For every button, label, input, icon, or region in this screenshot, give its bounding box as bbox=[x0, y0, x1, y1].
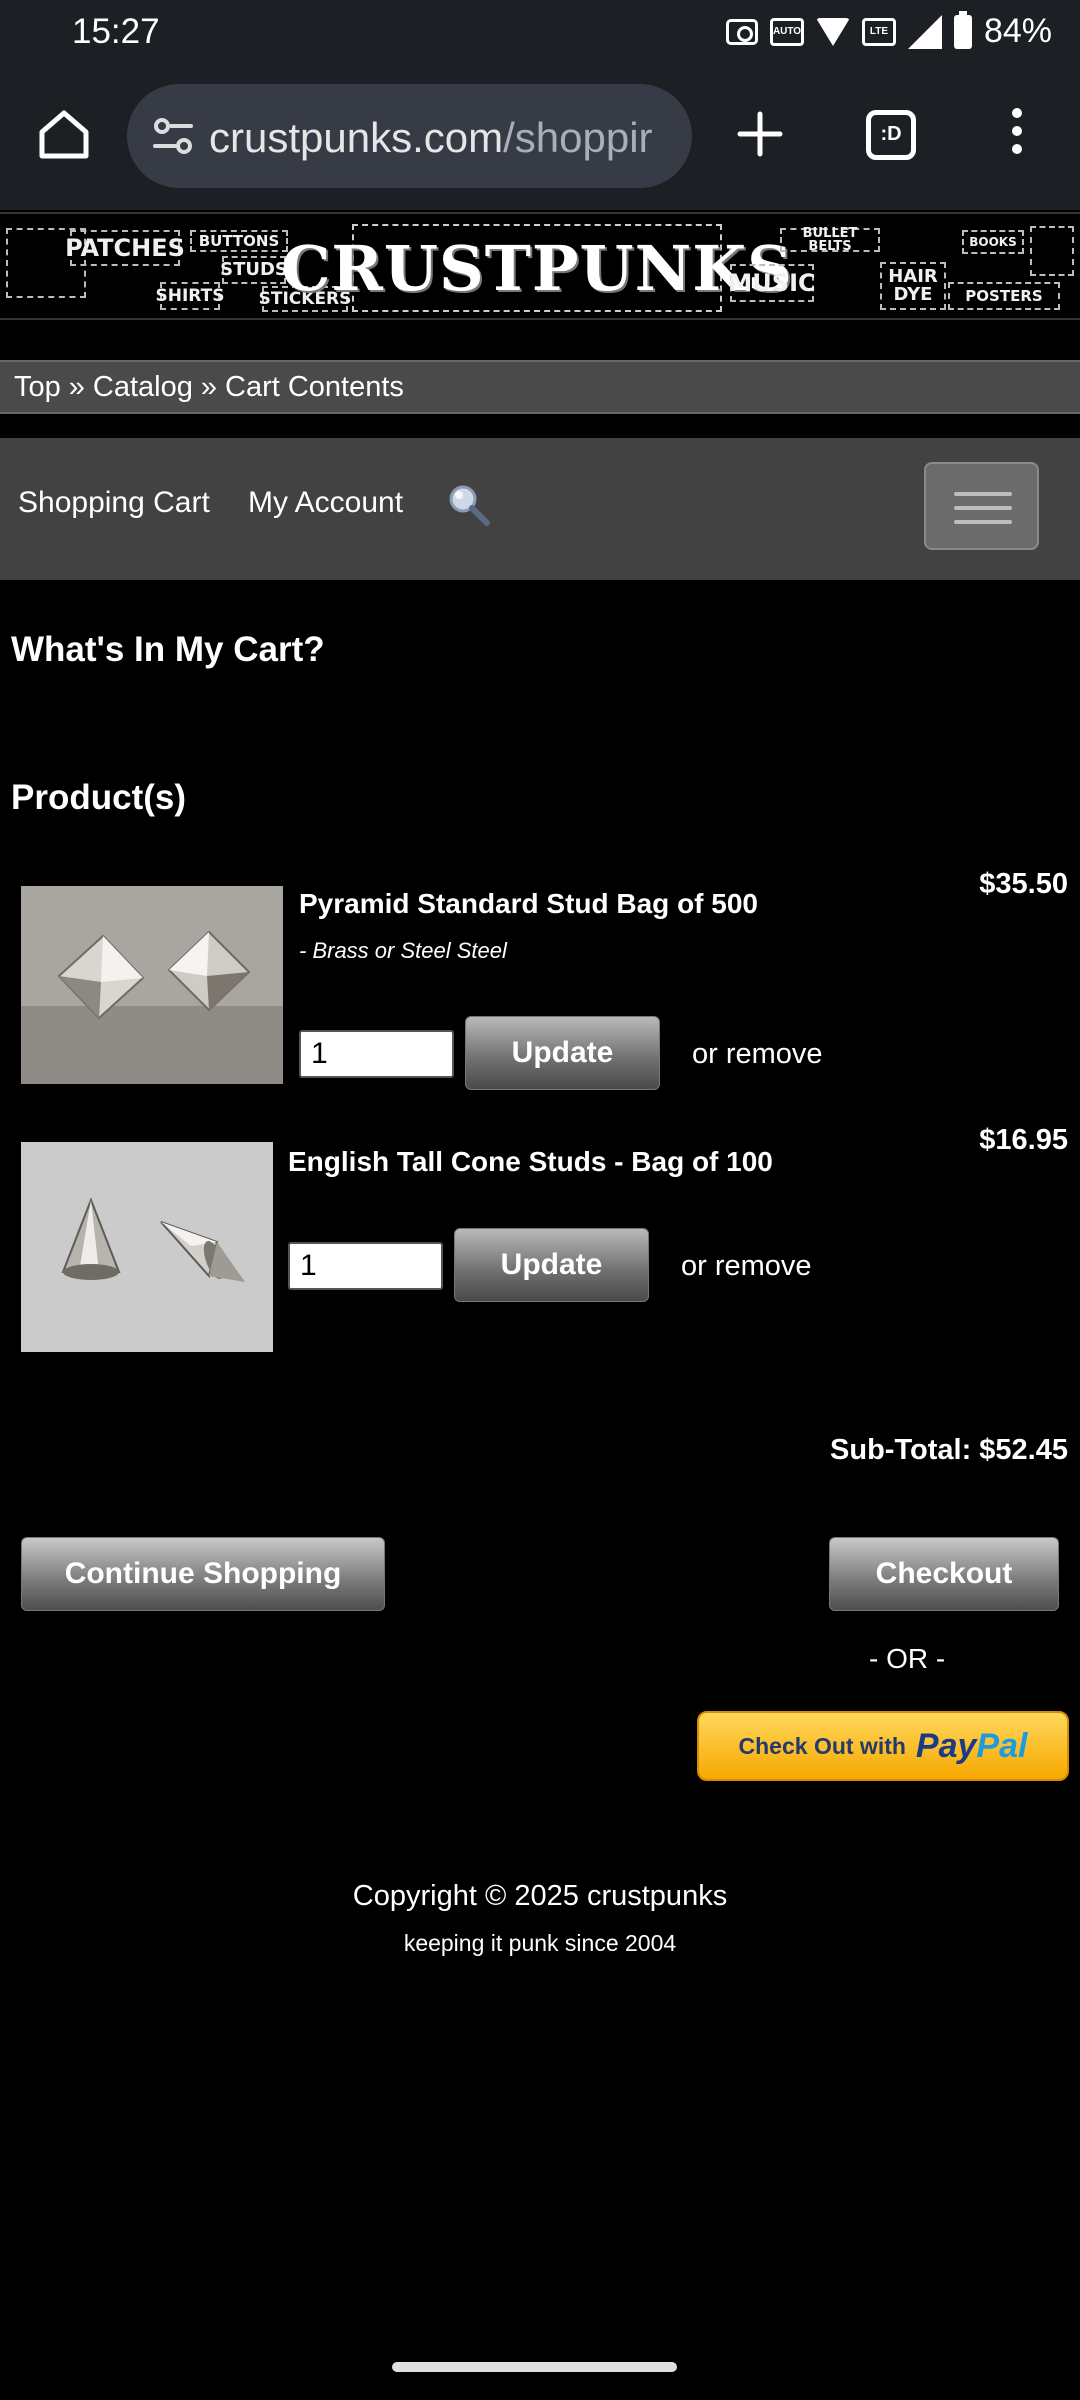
more-menu-icon[interactable] bbox=[1000, 108, 1034, 164]
banner-tile-buttons[interactable]: BUTTONS bbox=[190, 230, 288, 252]
status-time: 15:27 bbox=[72, 12, 160, 51]
breadcrumb-separator: » bbox=[200, 370, 218, 403]
banner-tile-shirts[interactable]: SHIRTS bbox=[156, 282, 224, 310]
paypal-logo-pay: Pay bbox=[915, 1726, 977, 1765]
status-bar: 15:27 AUTO LTE 84% bbox=[0, 0, 1080, 66]
page-title: What's In My Cart? bbox=[11, 630, 325, 669]
subtotal: Sub-Total: $52.45 bbox=[830, 1434, 1068, 1466]
banner-tile-patches[interactable]: PATCHES bbox=[65, 230, 185, 266]
paypal-checkout-button[interactable]: Check Out with PayPal bbox=[697, 1711, 1069, 1781]
banner-tile-studs[interactable]: STUDS bbox=[220, 256, 288, 284]
banner-tile-music[interactable]: MUSIC bbox=[728, 264, 816, 302]
remove-link[interactable]: or remove bbox=[681, 1250, 812, 1283]
wifi-icon bbox=[815, 17, 850, 46]
banner-tile-hair-dye[interactable]: HAIR DYE bbox=[880, 262, 946, 310]
url-text[interactable]: crustpunks.com/shoppir bbox=[209, 114, 653, 162]
update-button[interactable]: Update bbox=[454, 1228, 649, 1302]
site-logo[interactable]: CRUSTPUNKS bbox=[281, 224, 792, 312]
banner-decoration bbox=[1030, 226, 1074, 276]
tagline: keeping it punk since 2004 bbox=[403, 1930, 677, 1956]
search-icon[interactable] bbox=[444, 480, 492, 528]
banner-tile-bullet-belts[interactable]: BULLET BELTS bbox=[780, 227, 880, 253]
banner-tile-posters[interactable]: POSTERS bbox=[948, 282, 1060, 310]
url-domain: crustpunks.com bbox=[209, 114, 504, 161]
breadcrumb: Top » Catalog » Cart Contents bbox=[0, 360, 1080, 414]
product-attribute: - Brass or Steel Steel bbox=[299, 938, 507, 963]
quantity-input[interactable] bbox=[288, 1242, 443, 1290]
nav-my-account[interactable]: My Account bbox=[248, 486, 403, 520]
site-banner[interactable]: PATCHES BUTTONS STUDS SHIRTS STICKERS CR… bbox=[0, 212, 1080, 320]
signal-icon bbox=[907, 14, 942, 49]
breadcrumb-top[interactable]: Top bbox=[14, 371, 61, 404]
paypal-label: Check Out with bbox=[738, 1732, 906, 1759]
product-image-pyramid-studs[interactable] bbox=[21, 886, 283, 1084]
breadcrumb-cart-contents[interactable]: Cart Contents bbox=[225, 371, 404, 404]
hamburger-menu-button[interactable] bbox=[924, 462, 1039, 550]
battery-icon bbox=[953, 10, 972, 49]
product-image-cone-studs[interactable] bbox=[21, 1142, 273, 1352]
breadcrumb-separator: » bbox=[68, 370, 85, 403]
camera-icon bbox=[725, 18, 758, 45]
status-icons: AUTO LTE 84% bbox=[725, 10, 1052, 51]
auto-hz-icon: AUTO bbox=[769, 17, 804, 46]
product-name[interactable]: English Tall Cone Studs - Bag of 100 bbox=[288, 1146, 773, 1178]
home-icon[interactable] bbox=[36, 106, 92, 162]
checkout-button[interactable]: Checkout bbox=[829, 1537, 1059, 1611]
address-bar[interactable]: crustpunks.com/shoppir bbox=[127, 84, 692, 188]
battery-percent: 84% bbox=[983, 12, 1052, 50]
banner-tile-books[interactable]: BOOKS bbox=[962, 230, 1024, 254]
quantity-input[interactable] bbox=[299, 1030, 454, 1078]
tab-switcher-button[interactable]: :D bbox=[866, 110, 916, 160]
paypal-logo-pal: Pal bbox=[976, 1726, 1028, 1765]
remove-link[interactable]: or remove bbox=[692, 1038, 823, 1071]
update-button[interactable]: Update bbox=[465, 1016, 660, 1090]
continue-shopping-button[interactable]: Continue Shopping bbox=[21, 1537, 385, 1611]
site-nav: Shopping Cart My Account bbox=[0, 438, 1080, 580]
breadcrumb-catalog[interactable]: Catalog bbox=[93, 371, 193, 404]
copyright: Copyright © 2025 crustpunks bbox=[352, 1880, 728, 1912]
product-name[interactable]: Pyramid Standard Stud Bag of 500 bbox=[299, 888, 758, 920]
nav-shopping-cart[interactable]: Shopping Cart bbox=[18, 486, 210, 520]
home-indicator[interactable] bbox=[392, 2362, 677, 2372]
site-settings-icon[interactable] bbox=[147, 110, 199, 162]
new-tab-icon[interactable] bbox=[732, 106, 788, 162]
or-divider: - OR - bbox=[869, 1643, 946, 1674]
product-price: $35.50 bbox=[979, 868, 1068, 900]
paypal-logo: PayPal bbox=[916, 1727, 1028, 1766]
product-price: $16.95 bbox=[979, 1124, 1068, 1156]
url-path: /shoppir bbox=[503, 114, 653, 161]
products-heading: Product(s) bbox=[11, 778, 186, 817]
browser-toolbar: crustpunks.com/shoppir :D bbox=[0, 66, 1080, 210]
volte-icon: LTE bbox=[861, 17, 896, 46]
